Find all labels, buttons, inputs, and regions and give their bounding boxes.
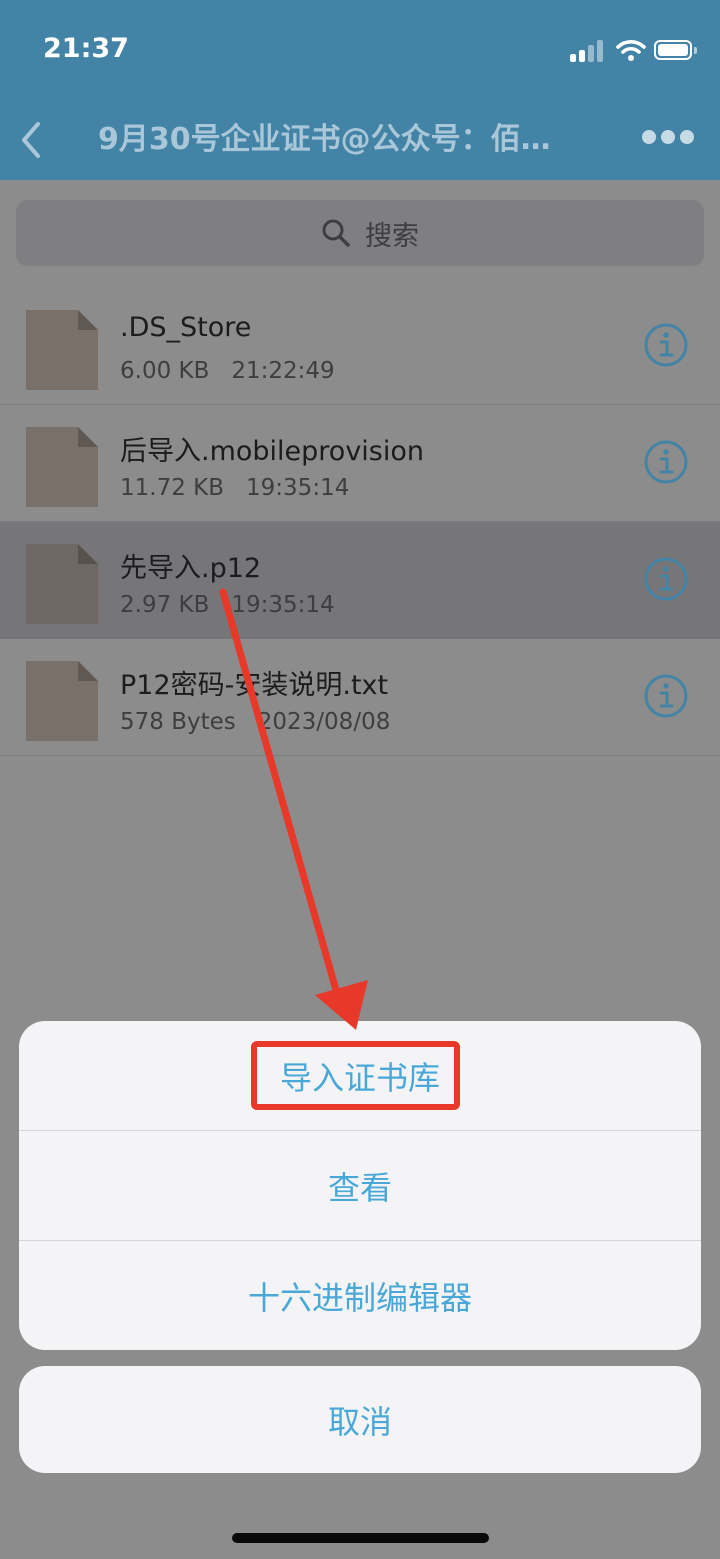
file-time: 2023/08/08 — [257, 709, 391, 735]
info-icon[interactable] — [643, 322, 689, 368]
file-name: 先导入.p12 — [120, 553, 262, 584]
file-icon — [26, 661, 98, 741]
file-row[interactable]: .DS_Store 6.00 KB 21:22:49 — [0, 288, 720, 405]
file-name: P12密码-安装说明.txt — [120, 670, 389, 701]
file-meta: 2.97 KB 19:35:14 — [120, 592, 357, 618]
file-time: 21:22:49 — [231, 358, 335, 384]
info-icon[interactable] — [643, 673, 689, 719]
annotation-highlight-box — [251, 1041, 460, 1110]
action-sheet: 导入证书库 查看 十六进制编辑器 — [19, 1021, 701, 1350]
search-placeholder: 搜索 — [365, 220, 419, 252]
file-name: .DS_Store — [120, 312, 252, 343]
home-indicator[interactable] — [232, 1533, 489, 1543]
back-chevron-icon[interactable] — [14, 118, 50, 162]
file-icon — [26, 544, 98, 624]
cancel-button[interactable]: 取消 — [19, 1366, 701, 1473]
file-size: 11.72 KB — [120, 475, 225, 501]
file-meta: 578 Bytes 2023/08/08 — [120, 709, 412, 735]
hex-editor-button[interactable]: 十六进制编辑器 — [19, 1241, 701, 1350]
cellular-signal-icon — [570, 38, 606, 62]
status-time: 21:37 — [43, 33, 129, 64]
wifi-icon — [616, 40, 646, 61]
status-icons — [566, 38, 697, 68]
file-row[interactable]: P12密码-安装说明.txt 578 Bytes 2023/08/08 — [0, 639, 720, 756]
file-icon — [26, 427, 98, 507]
file-time: 19:35:14 — [231, 592, 335, 618]
file-meta: 11.72 KB 19:35:14 — [120, 475, 371, 501]
battery-icon — [654, 40, 697, 60]
file-name: 后导入.mobileprovision — [120, 436, 425, 467]
row-divider — [0, 755, 720, 756]
header-bar: 21:37 9月30号企业证书@公众号：佰… — [0, 0, 720, 180]
file-size: 2.97 KB — [120, 592, 210, 618]
info-icon[interactable] — [643, 556, 689, 602]
file-time: 19:35:14 — [246, 475, 350, 501]
file-row-selected[interactable]: 先导入.p12 2.97 KB 19:35:14 — [0, 522, 720, 639]
view-button[interactable]: 查看 — [19, 1131, 701, 1240]
file-meta: 6.00 KB 21:22:49 — [120, 358, 357, 384]
search-icon — [322, 219, 350, 247]
info-icon[interactable] — [643, 439, 689, 485]
page-title: 9月30号企业证书@公众号：佰… — [98, 122, 551, 157]
file-size: 6.00 KB — [120, 358, 210, 384]
file-size: 578 Bytes — [120, 709, 236, 735]
search-bar[interactable]: 搜索 — [16, 200, 704, 266]
file-row[interactable]: 后导入.mobileprovision 11.72 KB 19:35:14 — [0, 405, 720, 522]
more-options-icon[interactable] — [640, 124, 694, 154]
file-icon — [26, 310, 98, 390]
